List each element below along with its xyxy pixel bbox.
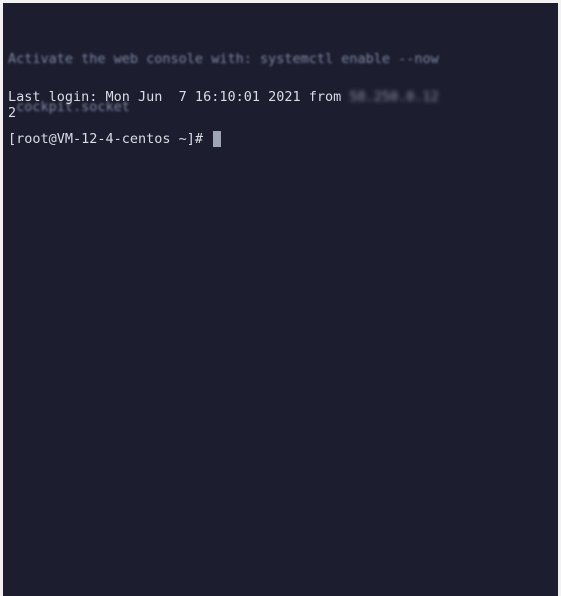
login-ip-address: 58.250.0.12 bbox=[349, 89, 439, 105]
window-frame: Activate the web console with: systemctl… bbox=[0, 0, 561, 596]
last-login-text: Last login: Mon Jun 7 16:10:01 2021 from bbox=[8, 89, 350, 105]
motd-line-1: Activate the web console with: systemctl… bbox=[8, 51, 439, 67]
login-ip-wrap: 2 bbox=[8, 105, 17, 121]
text-cursor bbox=[213, 131, 222, 147]
last-login-wrap-line: 2 bbox=[8, 105, 16, 121]
terminal-screen[interactable]: Activate the web console with: systemctl… bbox=[3, 3, 558, 596]
last-login-line: Last login: Mon Jun 7 16:10:01 2021 from… bbox=[8, 89, 439, 105]
motd-message: Activate the web console with: systemctl… bbox=[8, 19, 556, 147]
shell-prompt: [root@VM-12-4-centos ~]# bbox=[8, 131, 212, 147]
prompt-line[interactable]: [root@VM-12-4-centos ~]# bbox=[8, 131, 222, 147]
